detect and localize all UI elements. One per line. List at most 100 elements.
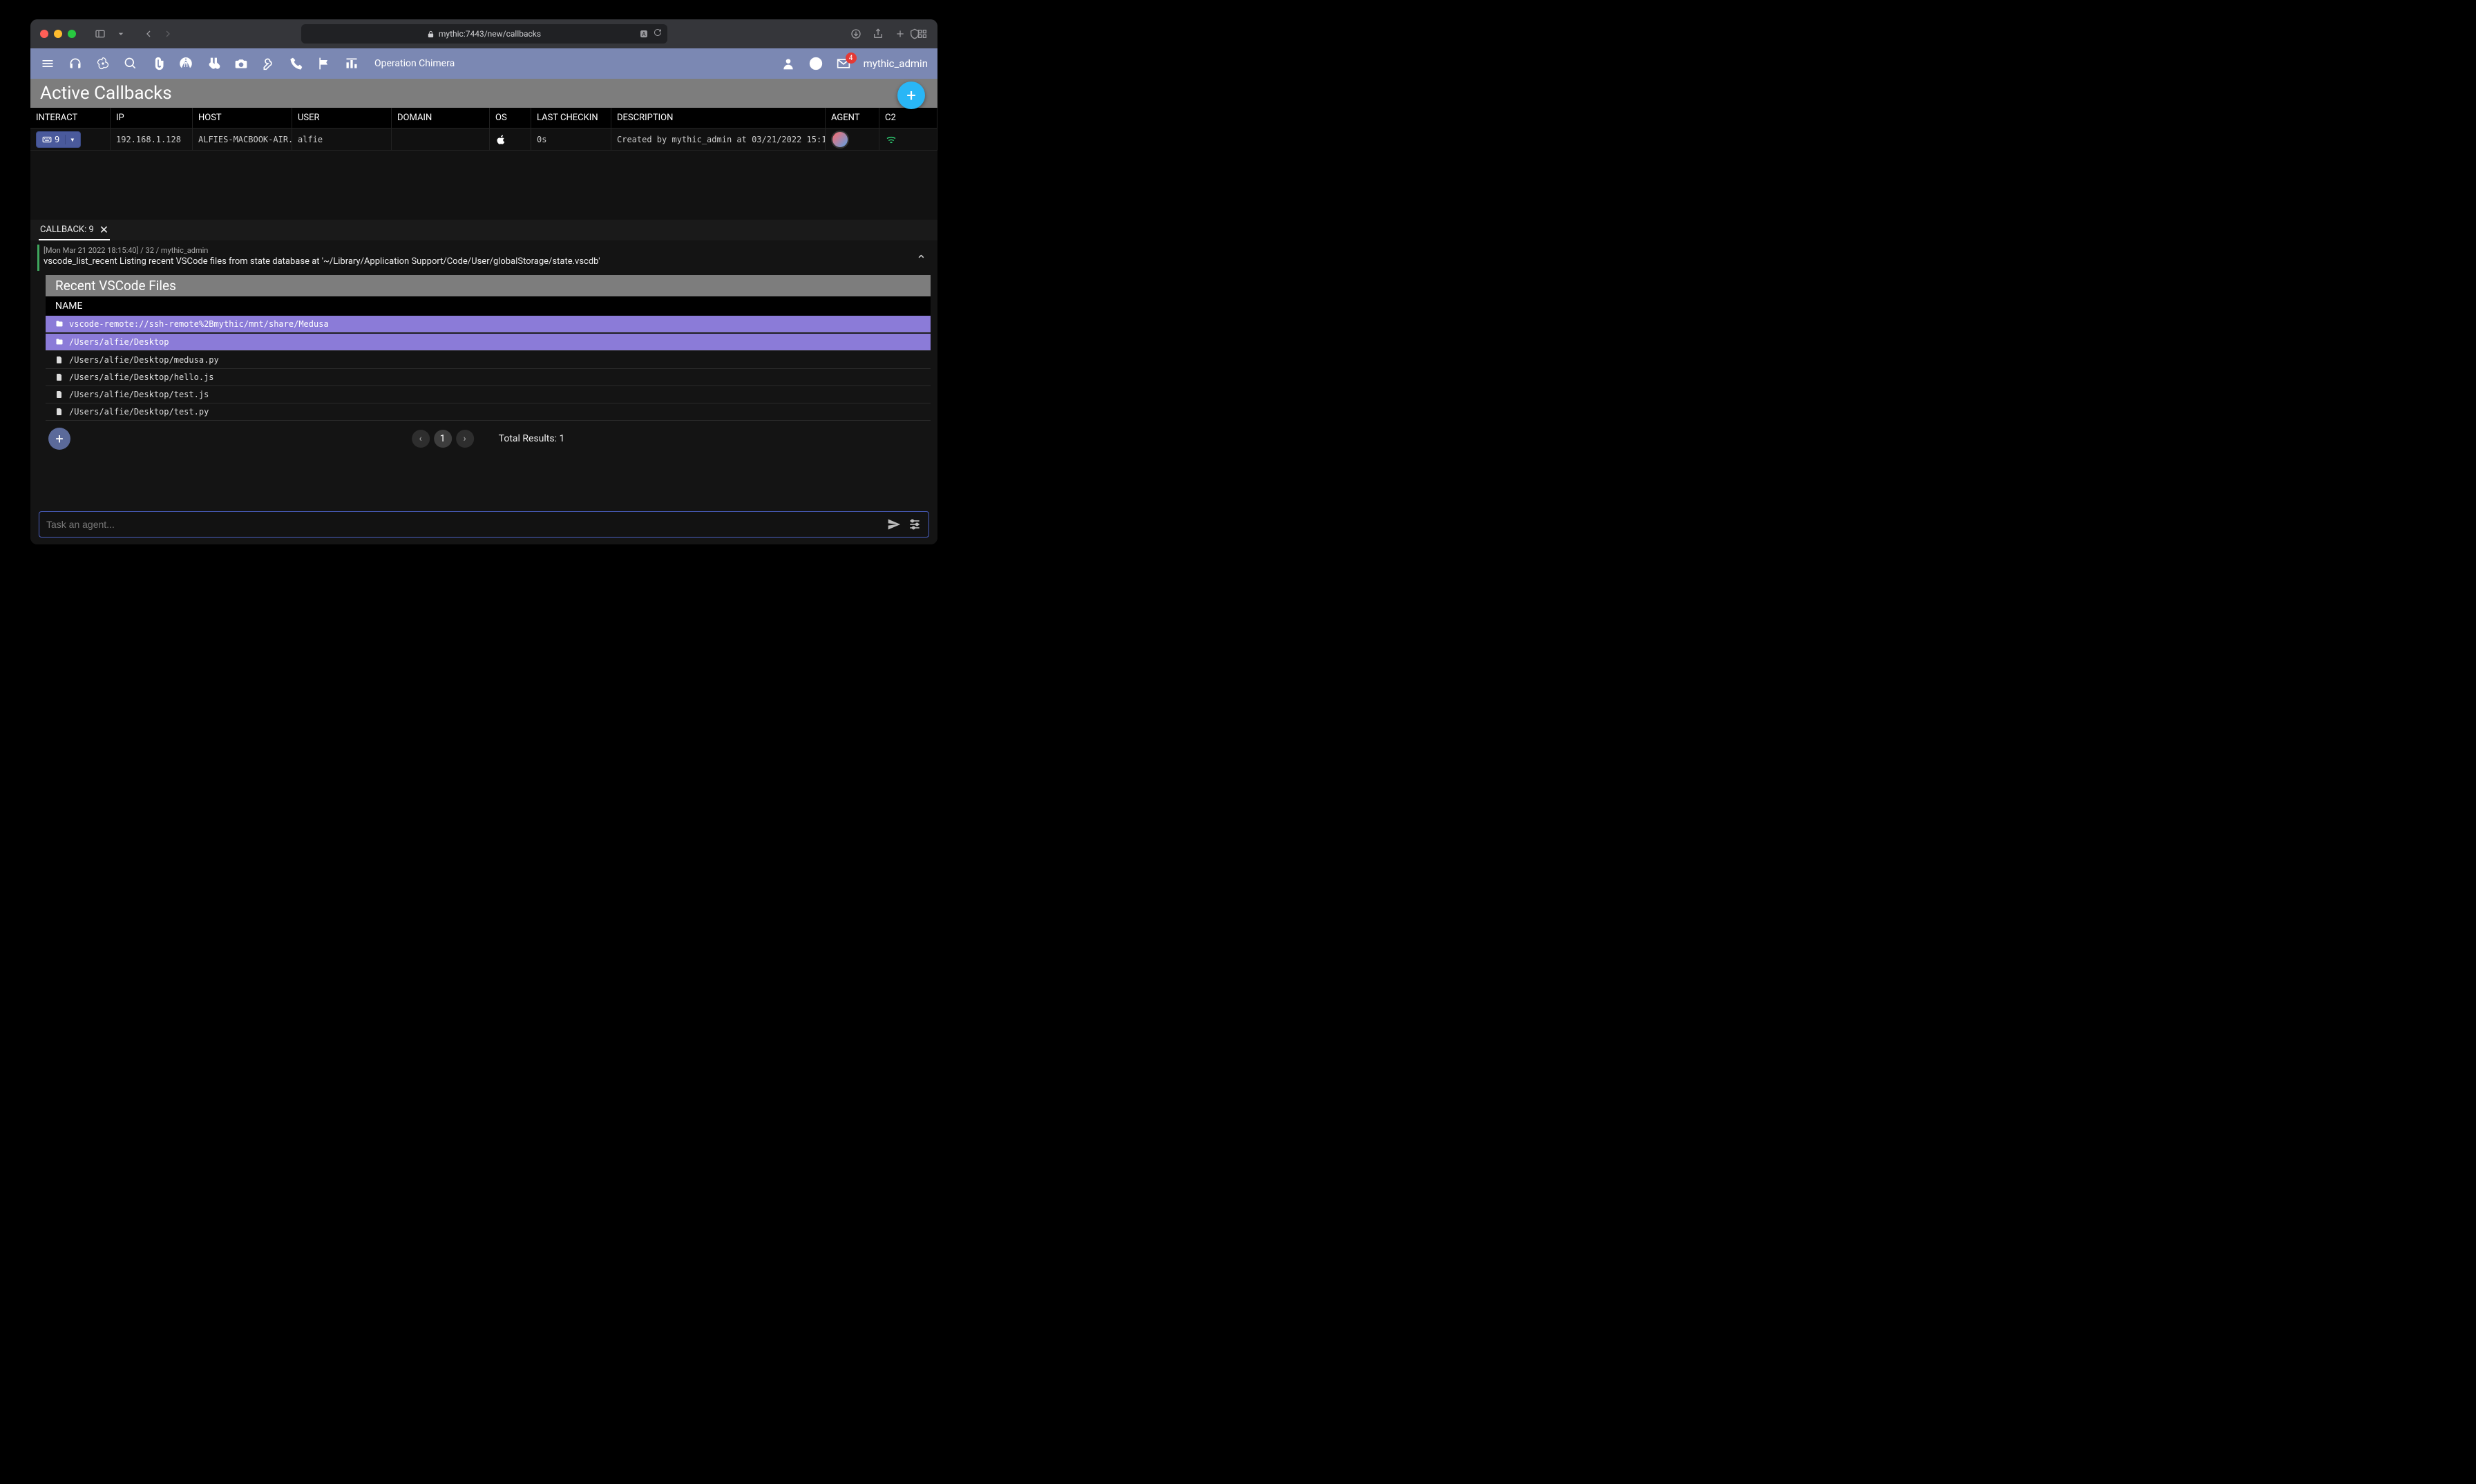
pager-row: + ‹ 1 › Total Results: 1: [46, 421, 931, 453]
file-icon: [55, 408, 64, 416]
file-row[interactable]: /Users/alfie/Desktop/medusa.py: [46, 352, 931, 369]
cell-last: 0s: [531, 129, 611, 150]
th-c2: C2: [879, 108, 937, 128]
th-agent: AGENT: [826, 108, 879, 128]
task-block: [Mon Mar 21 2022 18:15:40] / 32 / mythic…: [37, 245, 931, 271]
tune-icon[interactable]: [908, 517, 922, 531]
file-path: /Users/alfie/Desktop/medusa.py: [69, 355, 219, 365]
notification-badge: 4: [846, 53, 857, 64]
file-row[interactable]: vscode-remote://ssh-remote%2Bmythic/mnt/…: [46, 316, 931, 333]
cell-desc: Created by mythic_admin at 03/21/2022 15…: [611, 129, 826, 150]
browser-titlebar: mythic:7443/new/callbacks 🅰︎: [30, 19, 937, 48]
account-icon[interactable]: [781, 57, 796, 70]
file-icon: [55, 390, 64, 399]
send-icon[interactable]: [887, 517, 901, 531]
headphones-icon[interactable]: [68, 57, 83, 70]
flag-icon[interactable]: [316, 57, 332, 70]
fingerprint-icon[interactable]: [178, 57, 193, 70]
mail-icon[interactable]: 4: [836, 57, 851, 70]
minimize-window-icon[interactable]: [54, 30, 62, 38]
task-meta: [Mon Mar 21 2022 18:15:40] / 32 / mythic…: [44, 246, 926, 255]
cell-ip: 192.168.1.128: [111, 129, 193, 150]
pager-page[interactable]: 1: [434, 430, 452, 448]
search-icon[interactable]: [123, 57, 138, 70]
th-host: HOST: [193, 108, 292, 128]
tabs-overview-icon[interactable]: [917, 28, 928, 39]
cell-os: [490, 129, 531, 150]
pager-total: Total Results: 1: [499, 433, 565, 444]
file-row[interactable]: /Users/alfie/Desktop/test.py: [46, 403, 931, 421]
collapse-icon[interactable]: ⌃: [916, 253, 926, 267]
th-domain: DOMAIN: [392, 108, 490, 128]
address-bar[interactable]: mythic:7443/new/callbacks 🅰︎: [301, 24, 667, 44]
interact-button[interactable]: 9 ▾: [36, 131, 81, 148]
cell-user: alfie: [292, 129, 392, 150]
add-task-button[interactable]: +: [48, 428, 70, 450]
callback-tab[interactable]: CALLBACK: 9 ✕: [39, 220, 110, 240]
camera-icon[interactable]: [234, 57, 249, 70]
apple-icon: [495, 134, 506, 145]
share-icon[interactable]: [873, 28, 884, 39]
task-input[interactable]: [46, 519, 880, 530]
nav-forward-icon[interactable]: [160, 26, 175, 41]
th-last: LAST CHECKIN: [531, 108, 611, 128]
file-row[interactable]: /Users/alfie/Desktop/test.js: [46, 386, 931, 403]
reload-icon[interactable]: [654, 28, 662, 37]
task-output-area: [Mon Mar 21 2022 18:15:40] / 32 / mythic…: [30, 240, 937, 544]
page-content: Active Callbacks + INTERACT IP HOST USER…: [30, 79, 937, 544]
dropdown-icon[interactable]: ▾: [65, 135, 75, 144]
name-column-header: NAME: [46, 296, 931, 316]
tab-label: CALLBACK: 9: [40, 225, 94, 235]
agent-avatar-icon: [831, 131, 849, 149]
pager-prev-icon[interactable]: ‹: [412, 430, 430, 448]
download-icon[interactable]: [850, 28, 861, 39]
table-header-row: INTERACT IP HOST USER DOMAIN OS LAST CHE…: [30, 108, 937, 129]
folder-icon: [55, 320, 64, 328]
nav-back-icon[interactable]: [141, 26, 156, 41]
pager-next-icon[interactable]: ›: [456, 430, 474, 448]
menu-icon[interactable]: [40, 57, 55, 70]
window-controls: [40, 30, 76, 38]
cell-domain: [392, 129, 490, 150]
key-icon[interactable]: [261, 57, 276, 70]
maximize-window-icon[interactable]: [68, 30, 76, 38]
add-callback-button[interactable]: +: [897, 82, 925, 109]
callback-tab-strip: CALLBACK: 9 ✕: [30, 220, 937, 240]
file-row[interactable]: /Users/alfie/Desktop/hello.js: [46, 369, 931, 386]
sidebar-toggle-icon[interactable]: [93, 26, 108, 41]
dashboard-icon[interactable]: [344, 57, 359, 70]
username-label[interactable]: mythic_admin: [864, 57, 928, 70]
wifi-icon: [885, 133, 897, 146]
th-desc: DESCRIPTION: [611, 108, 826, 128]
translate-icon[interactable]: 🅰︎: [640, 28, 648, 39]
biohazard-icon[interactable]: [95, 57, 111, 70]
th-interact: INTERACT: [30, 108, 111, 128]
chevron-down-icon[interactable]: [113, 26, 128, 41]
folder-icon: [55, 338, 64, 346]
interact-id: 9: [55, 135, 59, 144]
task-command: vscode_list_recent Listing recent VSCode…: [44, 256, 926, 267]
file-path: /Users/alfie/Desktop: [69, 337, 169, 347]
keyboard-icon: [42, 135, 52, 144]
phone-icon[interactable]: [289, 57, 304, 70]
close-tab-icon[interactable]: ✕: [99, 223, 108, 236]
socks-icon[interactable]: [206, 57, 221, 70]
cell-agent: [826, 129, 879, 150]
operation-label[interactable]: Operation Chimera: [374, 58, 455, 69]
table-row[interactable]: 9 ▾ 192.168.1.128 ALFIES-MACBOOK-AIR.LO …: [30, 129, 937, 151]
page-title: Active Callbacks: [40, 83, 172, 104]
lock-icon: [427, 30, 435, 38]
attachment-icon[interactable]: [151, 57, 166, 70]
app-window: mythic:7443/new/callbacks 🅰︎ Operation C…: [30, 19, 937, 544]
close-window-icon[interactable]: [40, 30, 48, 38]
cell-host: ALFIES-MACBOOK-AIR.LO: [193, 129, 292, 150]
th-user: USER: [292, 108, 392, 128]
file-icon: [55, 373, 64, 381]
new-tab-icon[interactable]: [895, 28, 906, 39]
task-input-bar: [39, 511, 929, 538]
recent-files-title: Recent VSCode Files: [46, 275, 931, 296]
recent-files-panel: Recent VSCode Files NAME vscode-remote:/…: [46, 275, 931, 453]
help-icon[interactable]: [808, 57, 823, 70]
cell-c2: [879, 129, 937, 150]
file-row[interactable]: /Users/alfie/Desktop: [46, 334, 931, 351]
